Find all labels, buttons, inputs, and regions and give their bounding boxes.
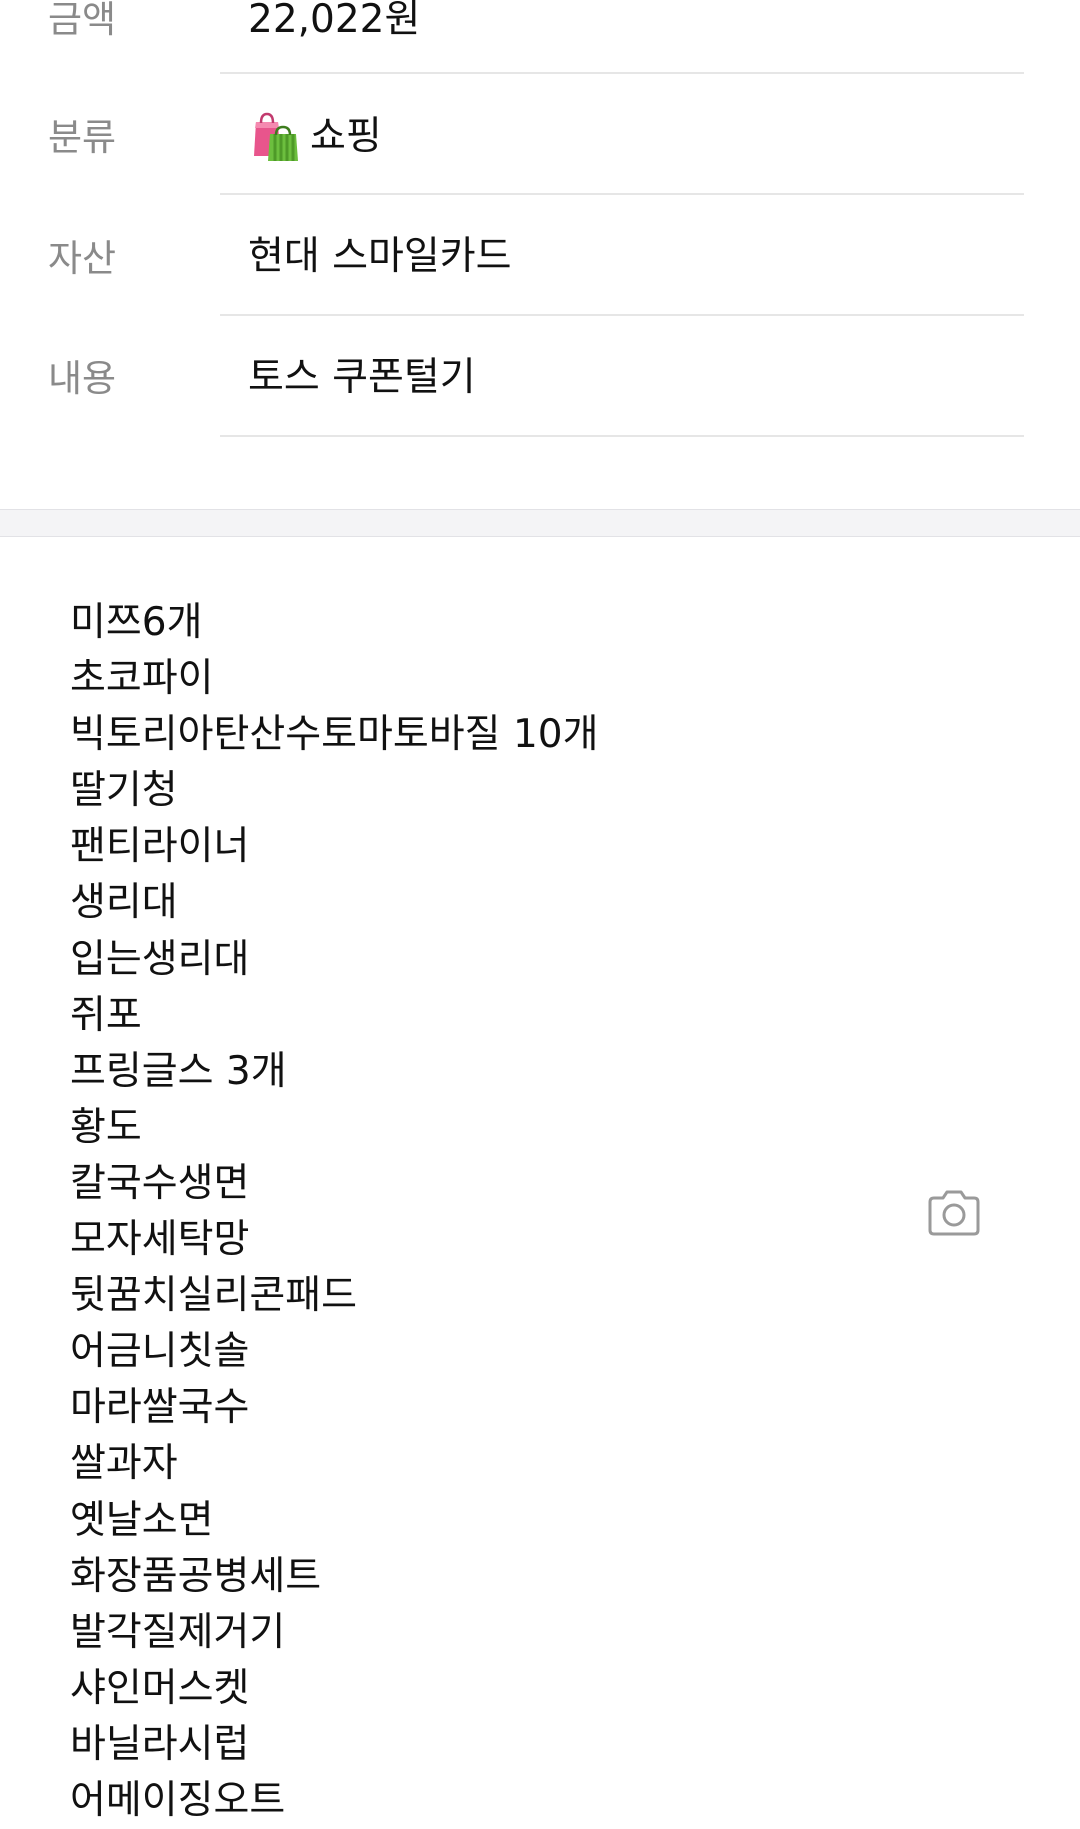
memo-line: 옛날소면 [70,1497,214,1543]
memo-line: 생리대 [70,880,178,926]
memo-line: 모자세탁망 [70,1217,250,1263]
category-divider [220,193,1024,195]
category-text: 쇼핑 [310,114,382,159]
section-separator [0,509,1080,537]
memo-line: 빅토리아탄산수토마토바질 10개 [70,712,599,758]
memo-line: 초코파이 [70,656,214,702]
asset-row[interactable]: 자산 현대 스마일카드 [0,203,1080,323]
memo-line: 황도 [70,1104,142,1150]
shopping-bags-icon [248,112,300,162]
memo-line: 발각질제거기 [70,1609,286,1655]
memo-line: 바닐라시럽 [70,1721,250,1767]
amount-label: 금액 [48,0,117,41]
memo-line: 입는생리대 [70,936,250,982]
memo-line: 프링글스 3개 [70,1048,287,1094]
amount-divider [220,72,1024,74]
memo-line: 화장품공병세트 [70,1553,322,1599]
content-label: 내용 [48,357,117,400]
category-label: 분류 [48,116,117,159]
asset-value[interactable]: 현대 스마일카드 [248,233,512,281]
content-value[interactable]: 토스 쿠폰털기 [248,354,476,402]
memo-line: 쥐포 [70,992,142,1038]
asset-divider [220,314,1024,316]
memo-line: 뒷꿈치실리콘패드 [70,1273,358,1319]
camera-button[interactable] [926,1188,982,1238]
category-value[interactable]: 쇼핑 [248,112,382,162]
memo-line: 팬티라이너 [70,824,250,870]
amount-row[interactable]: 금액 22,022원 [0,0,1080,90]
amount-value[interactable]: 22,022원 [248,0,420,44]
category-row[interactable]: 분류 쇼핑 [0,82,1080,202]
memo-line: 마라쌀국수 [70,1385,250,1431]
content-divider [220,435,1024,437]
memo-line: 칼국수생면 [70,1160,250,1206]
asset-label: 자산 [48,237,117,280]
memo-text-area[interactable]: 미쯔6개 초코파이 빅토리아탄산수토마토바질 10개 딸기청 팬티라이너 생리대… [70,595,890,1829]
camera-icon [928,1190,980,1236]
content-row[interactable]: 내용 토스 쿠폰털기 [0,324,1080,444]
memo-line: 샤인머스켓 [70,1665,250,1711]
memo-line: 미쯔6개 [70,600,203,645]
memo-line: 딸기청 [70,768,178,814]
memo-line: 어메이징오트 [70,1777,286,1823]
memo-line: 어금니칫솔 [70,1329,250,1375]
memo-line: 쌀과자 [70,1441,178,1487]
